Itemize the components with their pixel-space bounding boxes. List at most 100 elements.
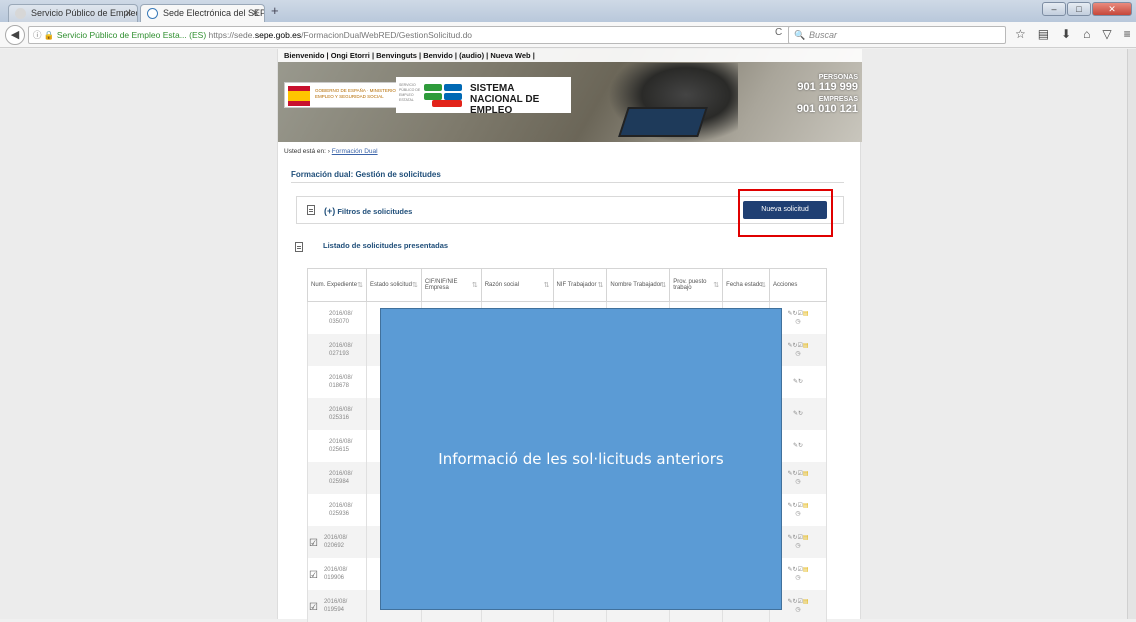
pocket-icon[interactable]: ▽ [1102,27,1111,41]
expediente-number: 025984 [329,478,350,485]
clock-icon[interactable]: ◷ [795,319,800,325]
download-icon[interactable]: ⬇ [1061,27,1071,41]
expediente-number: 019594 [323,606,344,613]
bookmark-star-icon[interactable]: ☆ [1015,27,1026,41]
home-icon[interactable]: ⌂ [1083,27,1090,41]
brand-name: SISTEMA NACIONAL DE EMPLEO [470,83,571,116]
document-icon[interactable]: ▤ [803,311,809,317]
expediente-year: 2016/08/ [329,342,353,349]
document-icon[interactable]: ▤ [803,471,809,477]
sort-icon[interactable]: ⇅ [660,281,666,289]
header-label: Estado solicitud [369,282,412,288]
favicon-icon [15,8,26,19]
sort-icon[interactable]: ⇅ [412,281,418,289]
document-icon[interactable]: ▤ [803,535,809,541]
refresh-icon[interactable]: ↻ [798,379,803,385]
lock-icon: 🔒 [43,30,55,40]
filters-toggle[interactable]: (+) Filtros de solicitudes [324,206,412,216]
government-logo: GOBIERNO DE ESPAÑA · MINISTERIO DE EMPLE… [284,82,404,108]
column-header[interactable]: Nombre Trabajador ⇅ [606,268,671,302]
column-header[interactable]: CIF/NIF/NIE Empresa ⇅ [420,268,482,302]
expediente-cell: 2016/08/018678 [307,365,367,398]
maximize-button[interactable]: □ [1067,2,1091,16]
expediente-number: 025936 [329,510,350,517]
clock-icon[interactable]: ◷ [795,607,800,613]
edit-icon[interactable]: ☑ [309,538,318,548]
column-header[interactable]: Estado solicitud ⇅ [365,268,422,302]
document-icon[interactable]: ▤ [803,343,809,349]
info-icon[interactable]: ⓘ [33,30,42,40]
page-title: Formación dual: Gestión de solicitudes [291,170,441,179]
sort-icon[interactable]: ⇅ [713,281,719,289]
column-header[interactable]: Prov. puesto trabajo ⇅ [669,268,724,302]
column-header[interactable]: Razón social ⇅ [480,268,554,302]
refresh-icon[interactable]: ↻ [798,411,803,417]
language-links[interactable]: Bienvenido | Ongi Etorri | Benvinguts | … [278,49,862,62]
url-host: sepe.gob.es [254,30,302,40]
clock-icon[interactable]: ◷ [795,511,800,517]
expediente-cell: ☑ 2016/08/019906 [307,557,367,590]
document-icon[interactable]: ▤ [803,599,809,605]
expediente-number: 027193 [329,350,350,357]
expediente-number: 025615 [329,446,350,453]
page-scrollbar[interactable] [1127,49,1136,619]
document-icon [307,205,315,215]
clock-icon[interactable]: ◷ [795,479,800,485]
reading-list-icon[interactable]: ▤ [1038,27,1049,41]
document-icon[interactable]: ▤ [803,567,809,573]
refresh-icon[interactable]: ↻ [798,443,803,449]
sne-logo[interactable]: SERVICIO PÚBLICO DE EMPLEO ESTATAL SISTE… [396,77,571,116]
sort-icon[interactable]: ⇅ [544,281,550,289]
expediente-cell: 2016/08/027193 [307,333,367,366]
tab-servicio-publico[interactable]: Servicio Público de Empleo... ✕ [8,4,138,22]
reload-icon[interactable]: C [775,27,782,38]
edit-icon[interactable]: ☑ [309,602,318,612]
expediente-number: 018678 [329,382,350,389]
sort-icon[interactable]: ⇅ [357,281,363,289]
favicon-icon [147,8,158,19]
edit-icon[interactable]: ☑ [309,570,318,580]
sort-icon[interactable]: ⇅ [760,281,766,289]
filters-label: Filtros de solicitudes [337,207,413,216]
clock-icon[interactable]: ◷ [795,351,800,357]
breadcrumb-link[interactable]: Formación Dual [332,148,378,155]
highlight-box [738,189,833,237]
menu-icon[interactable]: ≡ [1124,27,1131,41]
close-window-button[interactable]: ✕ [1092,2,1132,16]
expediente-number: 019906 [323,574,344,581]
breadcrumb-prefix: Usted está en: › [284,148,330,155]
expediente-year: 2016/08/ [329,374,353,381]
header-label: Fecha estado [726,282,763,288]
site-header-banner: Bienvenido | Ongi Etorri | Benvinguts | … [278,49,862,142]
tab-close-icon[interactable]: ✕ [124,8,132,19]
column-header[interactable]: Num. Expediente ⇅ [307,268,367,302]
sort-icon[interactable]: ⇅ [598,281,604,289]
tab-label: Servicio Público de Empleo... [31,8,138,18]
gov-text: GOBIERNO DE ESPAÑA · MINISTERIO DE EMPLE… [315,88,404,99]
expand-toggle[interactable]: (+) [324,206,335,216]
list-title: Listado de solicitudes presentadas [323,241,449,250]
minimize-button[interactable]: – [1042,2,1066,16]
empresas-label: EMPRESAS [818,96,858,103]
clock-icon[interactable]: ◷ [795,575,800,581]
tab-close-icon[interactable]: ✕ [251,8,259,19]
search-input[interactable]: 🔍 Buscar [788,26,1006,44]
expediente-cell: ☑ 2016/08/019594 [307,589,367,622]
sort-icon[interactable]: ⇅ [472,281,478,289]
empresas-phone: 901 010 121 [796,103,858,115]
expediente-cell: ☑ 2016/08/020692 [307,525,367,558]
address-bar[interactable]: ⓘ 🔒 Servicio Público de Empleo Esta... (… [28,26,793,44]
brand-line2: NACIONAL DE EMPLEO [470,94,540,116]
header-label: Prov. puesto trabajo [673,279,707,291]
back-button[interactable]: ◀ [5,25,25,45]
new-tab-button[interactable]: + [271,3,279,18]
header-label: NIF Trabajador [556,282,597,288]
column-header[interactable]: Fecha estado ⇅ [722,268,771,302]
clock-icon[interactable]: ◷ [795,543,800,549]
header-label: CIF/NIF/NIE Empresa [424,279,458,291]
document-icon[interactable]: ▤ [803,503,809,509]
tab-sede-electronica[interactable]: Sede Electrónica del SEPE... ✕ [140,4,265,22]
expediente-year: 2016/08/ [323,598,348,605]
column-header[interactable]: NIF Trabajador ⇅ [552,268,608,302]
search-icon: 🔍 [794,30,806,40]
